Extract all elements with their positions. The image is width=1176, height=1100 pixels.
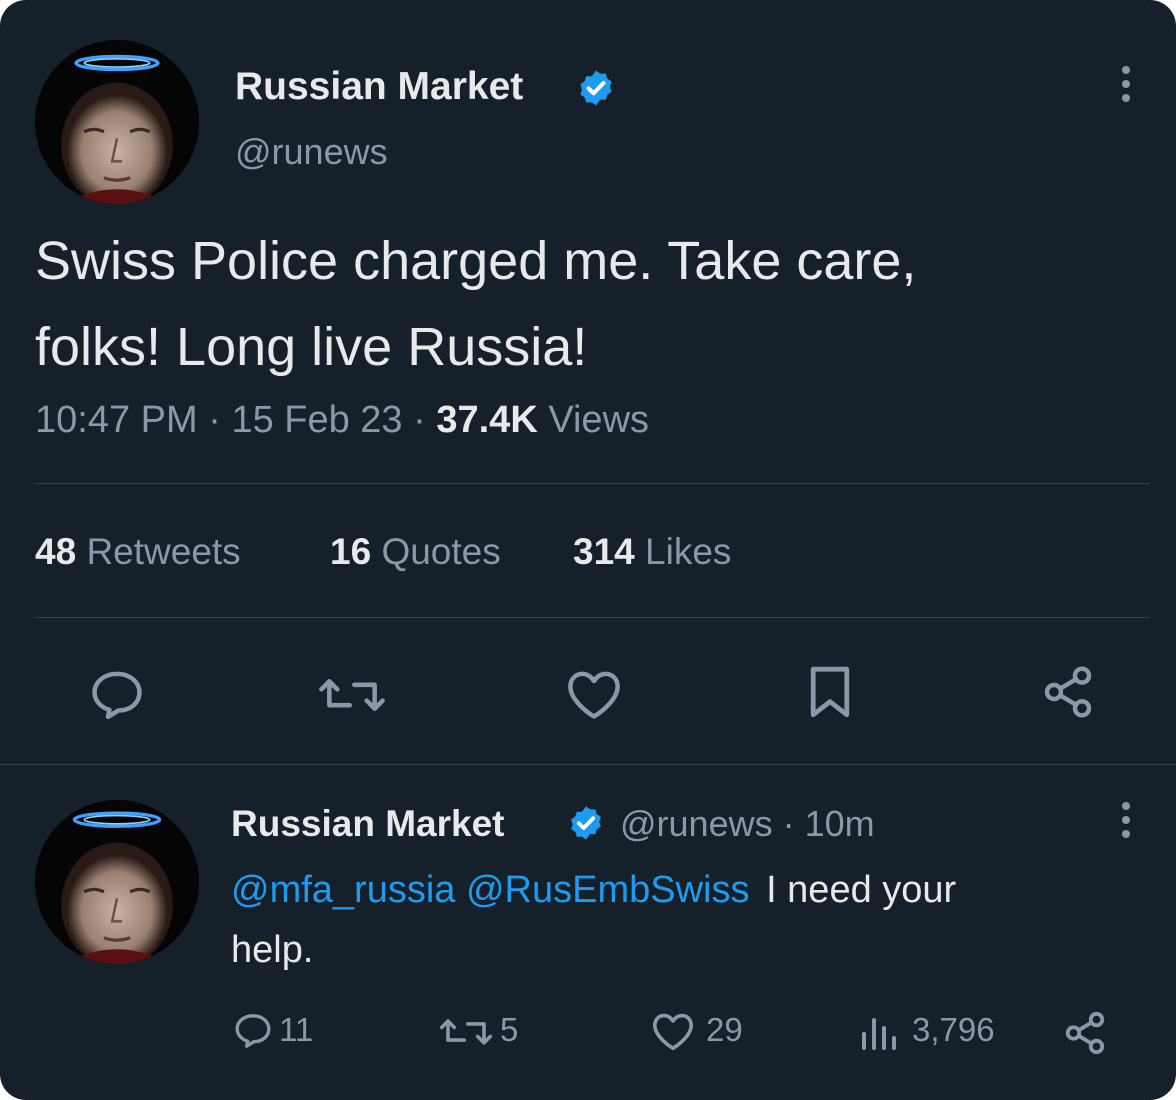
likes-count: 314 [573, 531, 635, 572]
reply-avatar[interactable] [35, 800, 199, 964]
tweet-card: Russian Market @runews Swiss Police char… [0, 0, 1176, 1100]
divider [35, 483, 1150, 484]
quotes-count: 16 [330, 531, 372, 572]
mention-link[interactable]: @mfa_russia [231, 869, 455, 911]
avatar[interactable] [35, 40, 199, 204]
reply-count: 11 [279, 1011, 314, 1048]
views-count: 37.4K [436, 399, 538, 441]
tweet-text-line: Swiss Police charged me. Take care, [35, 231, 917, 291]
reply-author-handle[interactable]: @runews [620, 803, 773, 844]
reply-header: Russian Market [231, 800, 505, 848]
stat-retweets[interactable]: 48 Retweets [35, 530, 241, 574]
bookmark-icon[interactable] [806, 662, 854, 722]
reply-meta: @runews · 10m [620, 800, 875, 848]
tweet-meta: 10:47 PM · 15 Feb 23 · 37.4K Views [35, 398, 649, 442]
share-icon[interactable] [1062, 1010, 1108, 1056]
tweet-date[interactable]: 15 Feb 23 [231, 399, 402, 441]
reply-text-line: help. [231, 929, 314, 971]
author-handle[interactable]: @runews [235, 131, 388, 173]
tweet-time[interactable]: 10:47 PM [35, 399, 198, 441]
reply-author-name[interactable]: Russian Market [231, 803, 505, 844]
like-count: 29 [706, 1011, 743, 1048]
author-name[interactable]: Russian Market [235, 64, 523, 110]
retweets-label: Retweets [86, 531, 241, 572]
reply-time[interactable]: 10m [805, 803, 875, 844]
share-icon[interactable] [1040, 664, 1096, 720]
view-count: 3,796 [912, 1011, 995, 1048]
reply-text-line: I need your [766, 869, 957, 911]
divider [0, 764, 1176, 765]
meta-separator: · [782, 803, 795, 844]
stat-quotes[interactable]: 16 Quotes [330, 530, 501, 574]
likes-label: Likes [645, 531, 732, 572]
retweet-count: 5 [500, 1011, 519, 1048]
tweet-text-line: folks! Long live Russia! [35, 317, 588, 377]
tweet-text: Swiss Police charged me. Take care, folk… [35, 218, 916, 390]
reply-icon[interactable] [88, 668, 146, 720]
meta-separator: · [208, 399, 221, 441]
reply-icon[interactable] [233, 1011, 273, 1049]
reply-text: @mfa_russia @RusEmbSwiss I need your hel… [231, 860, 956, 980]
retweets-count: 48 [35, 531, 77, 572]
meta-separator: · [413, 399, 426, 441]
mention-link[interactable]: @RusEmbSwiss [466, 869, 750, 911]
retweet-icon[interactable] [438, 1014, 494, 1050]
like-icon[interactable] [651, 1011, 695, 1051]
views-icon[interactable] [858, 1012, 898, 1052]
like-icon[interactable] [565, 668, 623, 720]
verified-badge-icon [576, 68, 616, 108]
stat-likes[interactable]: 314 Likes [573, 530, 731, 574]
verified-badge-icon [567, 804, 605, 842]
quotes-label: Quotes [381, 531, 501, 572]
divider [35, 617, 1150, 618]
more-icon[interactable] [1110, 798, 1142, 842]
views-label: Views [548, 399, 650, 441]
retweet-icon[interactable] [318, 672, 386, 718]
more-icon[interactable] [1110, 62, 1142, 106]
